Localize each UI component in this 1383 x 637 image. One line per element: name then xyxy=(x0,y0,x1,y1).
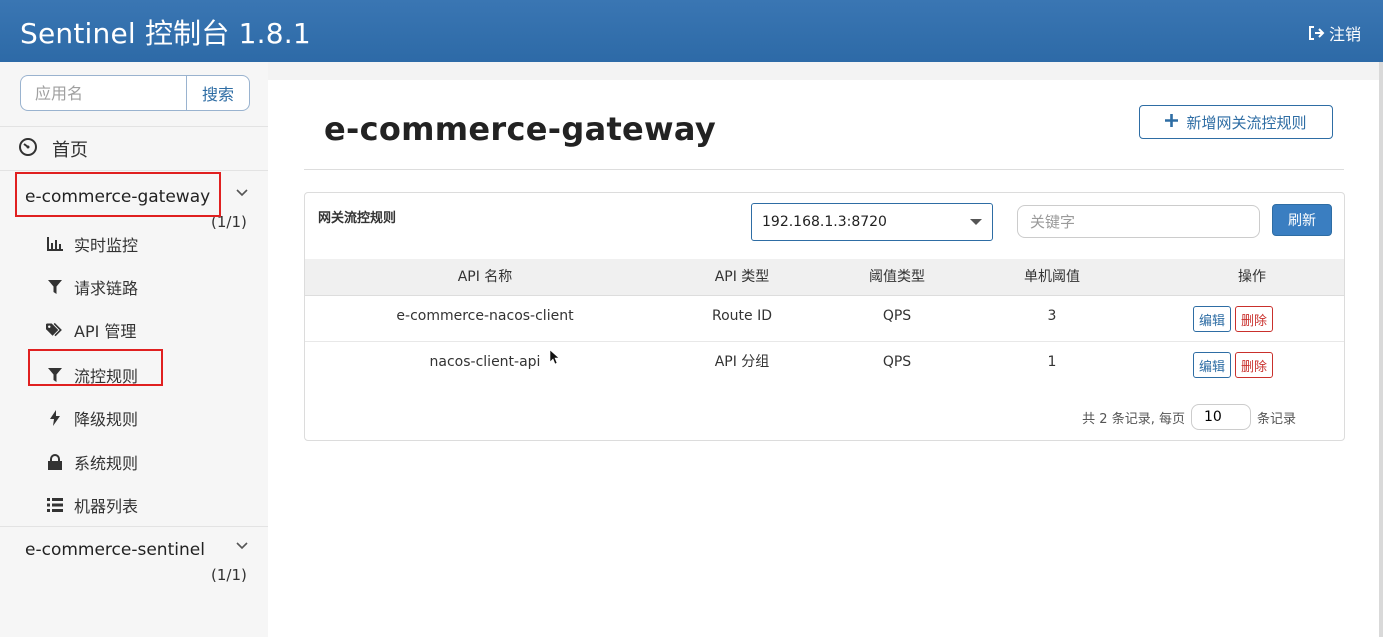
delete-button[interactable]: 删除 xyxy=(1235,352,1274,378)
sidebar-item-label: 实时监控 xyxy=(74,236,139,255)
cell-threshold: 1 xyxy=(1047,354,1057,370)
sidebar-item-machines[interactable]: 机器列表 xyxy=(46,493,138,517)
edit-button[interactable]: 编辑 xyxy=(1193,306,1232,332)
pager-suffix: 条记录 xyxy=(1256,411,1296,427)
cell-threshold-type: QPS xyxy=(882,308,912,324)
app-brand[interactable]: Sentinel 控制台 1.8.1 xyxy=(20,12,311,52)
mouse-cursor-icon xyxy=(549,349,560,365)
dashboard-icon xyxy=(18,137,38,162)
cell-api-type: API 分组 xyxy=(714,354,770,370)
sidebar-item-label: API 管理 xyxy=(74,322,137,341)
cell-threshold: 3 xyxy=(1047,308,1057,324)
sidebar-item-label: 降级规则 xyxy=(74,410,139,429)
main-top-strip xyxy=(268,62,1379,80)
bar-chart-icon xyxy=(46,237,64,251)
sidebar-item-api[interactable]: API 管理 xyxy=(46,318,136,342)
column-header: 单机阈值 xyxy=(1024,269,1080,285)
scrollbar[interactable] xyxy=(1379,62,1383,637)
sidebar-item-system-rules[interactable]: 系统规则 xyxy=(46,450,138,474)
machine-select-value: 192.168.1.3:8720 xyxy=(762,214,887,230)
caret-down-icon xyxy=(970,219,982,225)
sidebar-divider xyxy=(0,126,268,127)
rules-panel: 网关流控规则 192.168.1.3:8720 刷新 API 名称 API 类型… xyxy=(304,192,1345,441)
app-count: (1/1) xyxy=(211,566,247,584)
row-actions: 编辑 删除 xyxy=(1193,306,1274,332)
edit-button[interactable]: 编辑 xyxy=(1193,352,1232,378)
cell-api-name: nacos-client-api xyxy=(429,354,541,370)
main-content: e-commerce-gateway 新增网关流控规则 网关流控规则 192.1… xyxy=(268,80,1379,637)
pager-prefix: 共 2 条记录, 每页 xyxy=(1082,411,1185,427)
sidebar-item-home[interactable]: 首页 xyxy=(18,136,88,162)
sidebar-divider xyxy=(0,526,268,527)
sidebar-divider xyxy=(0,170,268,171)
table-row: e-commerce-nacos-client Route ID QPS 3 编… xyxy=(305,296,1344,342)
cell-api-name: e-commerce-nacos-client xyxy=(396,308,574,324)
filter-icon xyxy=(46,279,64,295)
column-header: API 名称 xyxy=(457,269,513,285)
tags-icon xyxy=(46,322,64,338)
column-header: 操作 xyxy=(1238,269,1266,285)
column-header: 阈值类型 xyxy=(869,269,925,285)
sidebar-item-label: 请求链路 xyxy=(74,279,139,298)
app-search-button[interactable]: 搜索 xyxy=(186,75,250,111)
table-row: nacos-client-api API 分组 QPS 1 编辑 删除 xyxy=(305,342,1344,388)
delete-button[interactable]: 删除 xyxy=(1235,306,1274,332)
flash-icon xyxy=(46,410,64,426)
sidebar-item-label: 机器列表 xyxy=(74,497,139,516)
list-icon xyxy=(46,498,64,512)
title-divider xyxy=(304,169,1344,170)
sidebar-item-label: 系统规则 xyxy=(74,454,139,473)
highlight-box xyxy=(15,172,221,217)
table-header: API 名称 API 类型 阈值类型 单机阈值 操作 xyxy=(305,259,1344,296)
panel-title: 网关流控规则 xyxy=(318,211,397,226)
highlight-box xyxy=(28,349,163,386)
sidebar-item-chain[interactable]: 请求链路 xyxy=(46,275,138,299)
plus-icon xyxy=(1165,113,1179,131)
sidebar-item-home-label: 首页 xyxy=(52,140,88,161)
page-title: e-commerce-gateway xyxy=(324,110,716,148)
refresh-button[interactable]: 刷新 xyxy=(1272,204,1332,236)
logout-label: 注销 xyxy=(1328,25,1361,44)
chevron-down-icon[interactable] xyxy=(236,185,248,201)
app-search: 搜索 xyxy=(20,75,250,111)
app-search-input[interactable] xyxy=(20,75,186,111)
chevron-down-icon[interactable] xyxy=(236,538,248,554)
sidebar: 搜索 首页 e-commerce-gateway (1/1) 实时监控 请求链路… xyxy=(0,62,268,637)
cell-api-type: Route ID xyxy=(712,308,772,324)
add-button-label: 新增网关流控规则 xyxy=(1186,113,1307,132)
sidebar-item-realtime[interactable]: 实时监控 xyxy=(46,232,138,256)
cell-threshold-type: QPS xyxy=(882,354,912,370)
add-gateway-flow-rule-button[interactable]: 新增网关流控规则 xyxy=(1139,105,1333,139)
page-size-input[interactable] xyxy=(1190,404,1251,430)
pagination: 共 2 条记录, 每页 条记录 xyxy=(1082,404,1296,430)
rules-table: API 名称 API 类型 阈值类型 单机阈值 操作 e-commerce-na… xyxy=(305,259,1344,388)
app-name: e-commerce-sentinel xyxy=(25,540,205,560)
top-header: Sentinel 控制台 1.8.1 注销 xyxy=(0,0,1383,62)
logout-icon xyxy=(1307,24,1325,42)
logout-button[interactable]: 注销 xyxy=(1307,21,1361,45)
row-actions: 编辑 删除 xyxy=(1193,352,1274,378)
column-header: API 类型 xyxy=(714,269,770,285)
keyword-input[interactable] xyxy=(1017,205,1260,238)
sidebar-item-degrade-rules[interactable]: 降级规则 xyxy=(46,406,138,430)
machine-select[interactable]: 192.168.1.3:8720 xyxy=(751,203,993,241)
lock-icon xyxy=(46,454,64,470)
